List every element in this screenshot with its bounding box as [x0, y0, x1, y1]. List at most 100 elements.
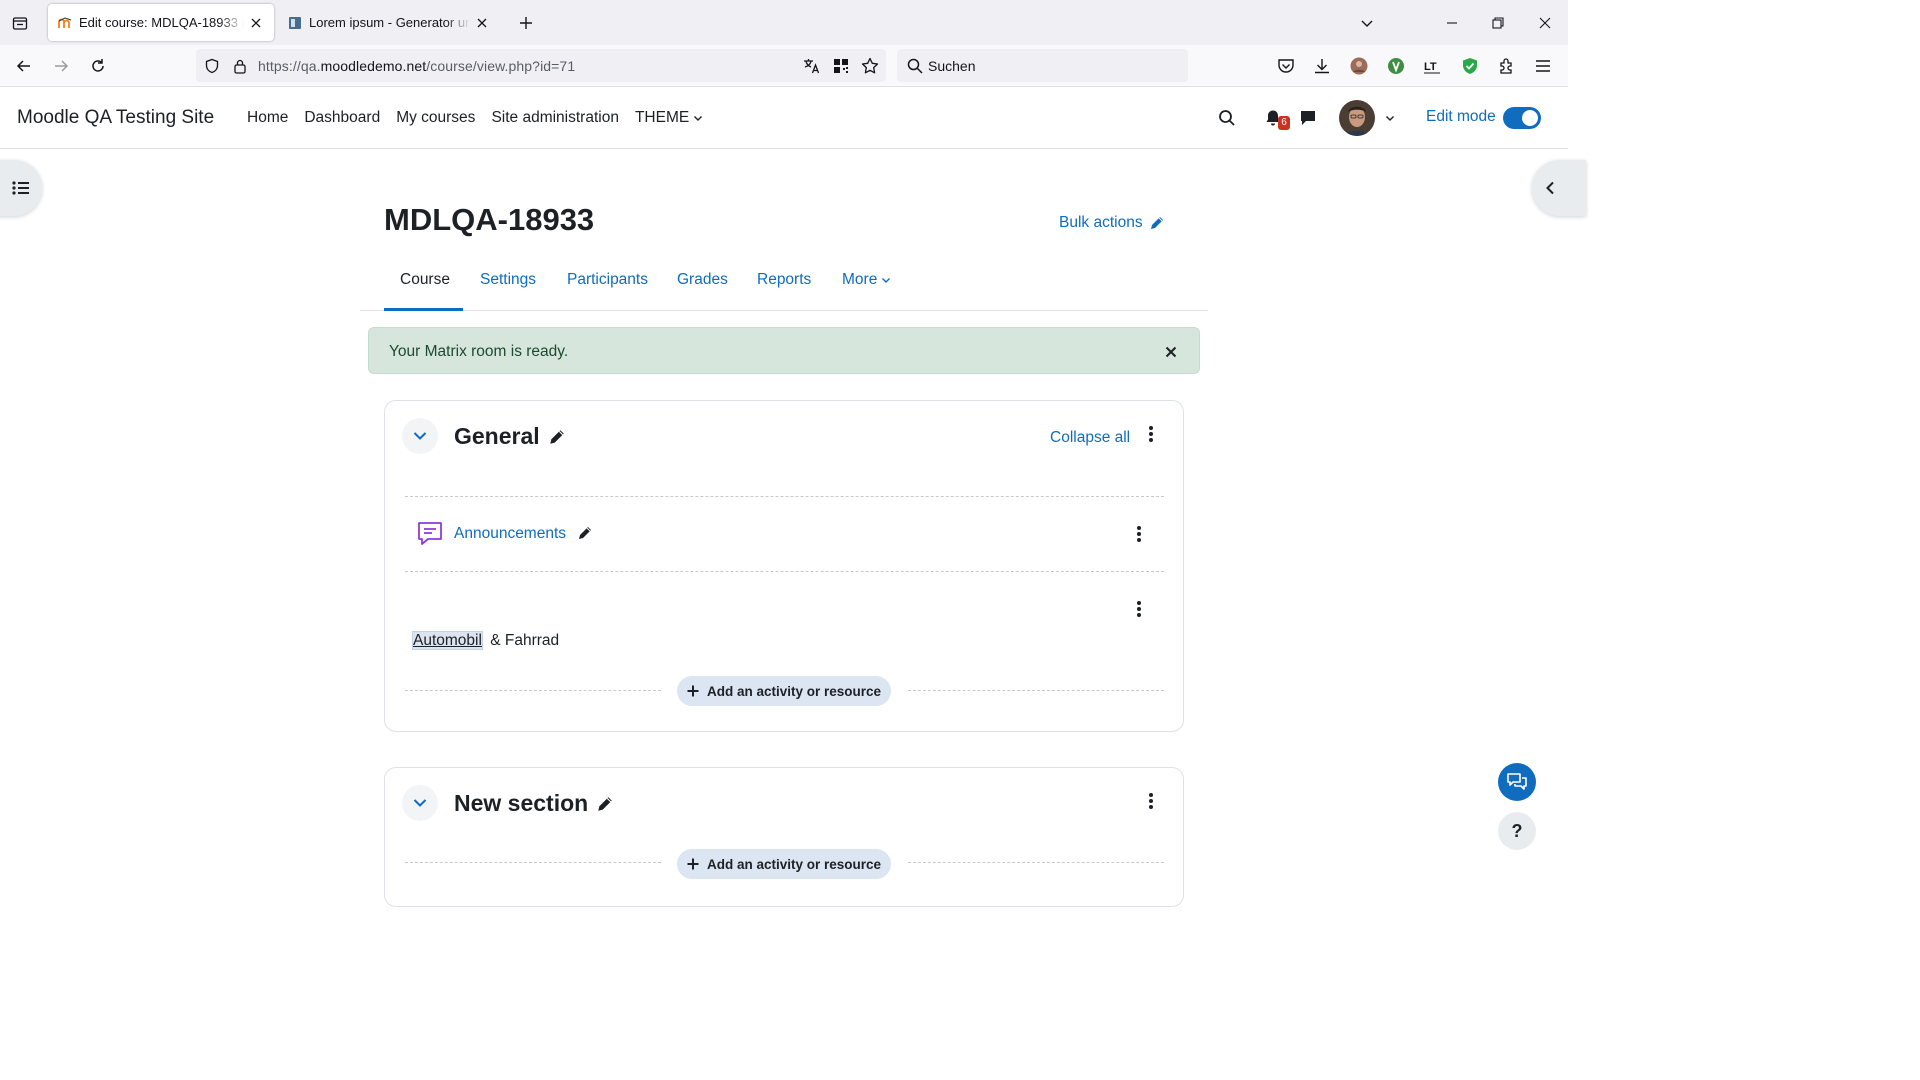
edit-mode-toggle[interactable] — [1503, 107, 1541, 129]
extension-green-icon[interactable] — [1384, 54, 1408, 78]
nav-site-administration[interactable]: Site administration — [491, 109, 619, 127]
tracking-shield-icon[interactable] — [202, 56, 222, 76]
section-actions-kebab-icon[interactable] — [1141, 423, 1161, 445]
edit-mode-label: Edit mode — [1426, 108, 1496, 125]
tab-more-label: More — [842, 271, 878, 288]
text-label: Automobil & Fahrrad — [412, 631, 560, 650]
forward-icon[interactable] — [48, 53, 74, 79]
close-tab-icon[interactable] — [474, 15, 490, 31]
help-button[interactable]: ? — [1498, 812, 1536, 850]
activity-actions-kebab-icon[interactable] — [1129, 523, 1149, 545]
edit-pencil-icon[interactable] — [577, 525, 593, 541]
url-text: https://qa.moodledemo.net/course/view.ph… — [258, 58, 576, 74]
pocket-icon[interactable] — [1274, 54, 1298, 78]
section-title: General — [454, 423, 566, 450]
list-all-tabs-icon[interactable] — [1352, 8, 1382, 38]
tab-participants[interactable]: Participants — [567, 271, 648, 289]
plus-icon — [687, 685, 699, 697]
active-tab-indicator — [384, 308, 463, 311]
bulk-actions-button[interactable]: Bulk actions — [1059, 214, 1165, 232]
question-mark-icon: ? — [1511, 820, 1523, 841]
tab-reports[interactable]: Reports — [757, 271, 811, 289]
translate-icon[interactable] — [802, 56, 822, 76]
nav-theme[interactable]: THEME — [635, 109, 703, 127]
tab-list-icon[interactable] — [8, 11, 32, 35]
lock-icon[interactable] — [230, 56, 250, 76]
site-header: Moodle QA Testing Site Home Dashboard My… — [0, 87, 1568, 149]
chevron-down-icon — [882, 278, 891, 283]
download-icon[interactable] — [1310, 54, 1334, 78]
tab-settings[interactable]: Settings — [480, 271, 536, 289]
page-title: MDLQA-18933 — [384, 202, 595, 237]
tab-grades[interactable]: Grades — [677, 271, 728, 289]
divider — [908, 862, 1164, 863]
activity-announcements: Announcements — [415, 519, 1155, 549]
restore-icon[interactable] — [1483, 8, 1513, 38]
svg-text:LT: LT — [1424, 61, 1437, 73]
label-text: & Fahrrad — [485, 632, 560, 649]
tab-title: Edit course: MDLQA-18933 | Moodle QA Tes… — [79, 15, 244, 30]
languagetool-icon[interactable]: LT — [1421, 54, 1445, 78]
minimize-icon[interactable] — [1437, 8, 1467, 38]
lorem-favicon-icon — [289, 16, 301, 29]
section-title-text[interactable]: General — [454, 423, 540, 450]
nav-my-courses[interactable]: My courses — [396, 109, 475, 127]
collapse-all-link[interactable]: Collapse all — [1050, 429, 1130, 447]
section-title-text[interactable]: New section — [454, 790, 588, 817]
edit-pencil-icon[interactable] — [548, 428, 566, 446]
section-actions-kebab-icon[interactable] — [1141, 790, 1161, 812]
close-window-icon[interactable] — [1530, 8, 1560, 38]
search-bar[interactable]: Suchen — [897, 49, 1188, 82]
extensions-puzzle-icon[interactable] — [1495, 54, 1519, 78]
nav-theme-label: THEME — [634, 109, 690, 126]
label-actions-kebab-icon[interactable] — [1129, 598, 1149, 620]
course-index-drawer-toggle[interactable] — [0, 160, 42, 216]
new-tab-icon[interactable] — [514, 11, 538, 35]
nav-dashboard[interactable]: Dashboard — [304, 109, 380, 127]
tab-title: Lorem ipsum - Generator und Infos — [309, 15, 470, 30]
hamburger-menu-icon[interactable] — [1531, 54, 1555, 78]
qr-code-icon[interactable] — [831, 56, 851, 76]
divider — [405, 690, 661, 691]
edit-pencil-icon[interactable] — [596, 795, 614, 813]
browser-tab-active[interactable]: Edit course: MDLQA-18933 | Moodle QA Tes… — [48, 4, 274, 41]
messages-icon[interactable] — [1296, 106, 1320, 130]
reload-icon[interactable] — [85, 53, 111, 79]
url-bar[interactable]: https://qa.moodledemo.net/course/view.ph… — [196, 49, 886, 82]
section-collapse-button[interactable] — [402, 785, 438, 821]
user-avatar[interactable] — [1339, 100, 1375, 136]
user-menu-chevron-down-icon[interactable] — [1378, 106, 1402, 130]
notification-count-badge: 6 — [1278, 116, 1290, 130]
bulk-actions-label: Bulk actions — [1059, 214, 1143, 231]
divider — [405, 496, 1164, 497]
communication-room-button[interactable] — [1498, 763, 1536, 801]
site-name[interactable]: Moodle QA Testing Site — [17, 107, 214, 129]
divider — [405, 862, 661, 863]
tab-course[interactable]: Course — [400, 271, 450, 289]
success-alert: Your Matrix room is ready. — [368, 327, 1200, 374]
alert-message: Your Matrix room is ready. — [389, 343, 569, 360]
section-collapse-button[interactable] — [402, 418, 438, 454]
block-drawer-toggle[interactable] — [1532, 160, 1586, 216]
activity-name-link[interactable]: Announcements — [454, 525, 566, 543]
toggle-knob — [1522, 110, 1538, 126]
adguard-shield-icon[interactable] — [1458, 54, 1482, 78]
search-icon[interactable] — [1215, 106, 1239, 130]
divider — [908, 690, 1164, 691]
add-activity-button[interactable]: Add an activity or resource — [677, 676, 891, 706]
account-avatar-icon[interactable] — [1347, 54, 1371, 78]
browser-tab[interactable]: Lorem ipsum - Generator und Infos — [278, 4, 500, 41]
close-icon[interactable] — [1163, 344, 1179, 360]
selected-text[interactable]: Automobil — [412, 631, 483, 650]
add-activity-button[interactable]: Add an activity or resource — [677, 849, 891, 879]
chat-bubbles-icon — [1507, 773, 1527, 790]
nav-home[interactable]: Home — [247, 109, 288, 127]
bookmark-star-icon[interactable] — [860, 56, 880, 76]
add-activity-label: Add an activity or resource — [706, 856, 882, 872]
secondary-navigation: Course Settings Participants Grades Repo… — [360, 262, 1208, 311]
section-title: New section — [454, 790, 614, 817]
close-tab-icon[interactable] — [248, 15, 264, 31]
tab-more[interactable]: More — [842, 271, 891, 289]
back-icon[interactable] — [11, 53, 37, 79]
chevron-down-icon — [413, 432, 427, 440]
